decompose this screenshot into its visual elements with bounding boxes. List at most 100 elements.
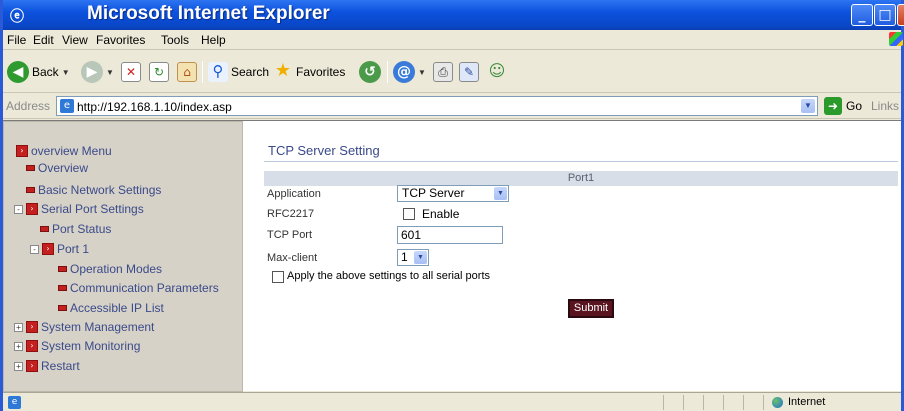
- page-content: › overview Menu Overview Basic Network S…: [3, 120, 901, 392]
- status-separator: [723, 395, 724, 410]
- nav-system-management[interactable]: + › System Management: [14, 320, 154, 334]
- refresh-button[interactable]: ↻: [149, 59, 169, 85]
- mail-button[interactable]: @ ▼: [393, 59, 426, 85]
- globe-icon: [772, 397, 783, 408]
- expand-icon: +: [14, 341, 23, 351]
- nav-label: overview Menu: [31, 144, 112, 158]
- menu-help[interactable]: Help: [201, 33, 226, 47]
- history-icon: ↺: [359, 61, 381, 83]
- refresh-icon: ↻: [149, 62, 169, 82]
- address-label: Address: [6, 99, 51, 113]
- expand-icon: +: [14, 361, 23, 371]
- toolbar-separator: [202, 61, 203, 83]
- printer-icon: ⎙: [433, 62, 453, 82]
- forward-arrow-icon: ▶: [81, 61, 103, 83]
- menu-file[interactable]: File: [7, 33, 26, 47]
- collapse-icon: -: [14, 204, 23, 214]
- apply-all-ports-checkbox[interactable]: [272, 271, 284, 283]
- status-separator: [703, 395, 704, 410]
- tcp-port-label: TCP Port: [267, 229, 313, 241]
- maximize-button[interactable]: □: [874, 4, 896, 26]
- title-divider: [264, 161, 898, 162]
- address-dropdown-button[interactable]: ▼: [801, 99, 815, 113]
- chevron-down-icon: ▼: [106, 67, 114, 77]
- stop-button[interactable]: ✕: [121, 59, 141, 85]
- nav-label: Accessible IP List: [70, 301, 164, 315]
- nav-communication-parameters[interactable]: Communication Parameters: [58, 281, 219, 295]
- application-value: TCP Server: [402, 186, 465, 200]
- go-arrow-icon: ➜: [824, 97, 842, 115]
- go-button[interactable]: ➜ Go: [824, 97, 862, 115]
- menu-favorites[interactable]: Favorites: [96, 33, 145, 47]
- application-select[interactable]: TCP Server ▼: [397, 185, 509, 202]
- star-icon: ★: [274, 60, 292, 81]
- back-button[interactable]: ◀ Back ▼: [7, 59, 70, 85]
- windows-flag-icon: [889, 32, 903, 46]
- chevron-down-icon: ▼: [414, 251, 427, 264]
- security-zone-label: Internet: [788, 396, 826, 408]
- menu-tools[interactable]: Tools: [161, 33, 189, 47]
- nav-overview[interactable]: Overview: [26, 161, 88, 175]
- submit-button[interactable]: Submit: [568, 299, 614, 318]
- close-button[interactable]: [897, 4, 904, 26]
- nav-serial-port-settings[interactable]: - › Serial Port Settings: [14, 202, 144, 216]
- nav-label: Port Status: [52, 222, 112, 236]
- nav-label: Basic Network Settings: [38, 183, 162, 197]
- folder-icon: ›: [42, 243, 54, 255]
- rfc2217-enable-checkbox[interactable]: [403, 208, 415, 220]
- nav-label: Overview: [38, 161, 89, 175]
- minimize-button[interactable]: _: [851, 4, 873, 26]
- menu-bar: File Edit View Favorites Tools Help: [3, 30, 903, 50]
- rfc2217-enable-label: Enable: [422, 207, 460, 221]
- folder-icon: ›: [26, 340, 38, 352]
- status-separator: [663, 395, 664, 410]
- status-separator: [763, 395, 764, 410]
- links-button[interactable]: Links: [871, 99, 899, 113]
- messenger-button[interactable]: ☺: [487, 59, 507, 85]
- nav-basic-network-settings[interactable]: Basic Network Settings: [26, 183, 161, 197]
- menu-edit[interactable]: Edit: [33, 33, 54, 47]
- go-label: Go: [846, 99, 863, 113]
- home-button[interactable]: ⌂: [177, 59, 197, 85]
- application-label: Application: [267, 188, 321, 200]
- browser-window: ⓔ Microsoft Internet Explorer _ □ File E…: [0, 0, 904, 411]
- forward-button[interactable]: ▶ ▼: [81, 59, 114, 85]
- max-client-value: 1: [401, 250, 408, 264]
- nav-system-monitoring[interactable]: + › System Monitoring: [14, 339, 140, 353]
- page-title: TCP Server Setting: [268, 143, 380, 158]
- nav-port-status[interactable]: Port Status: [40, 222, 111, 236]
- tcp-port-input[interactable]: 601: [397, 226, 503, 244]
- folder-icon: ›: [26, 203, 38, 215]
- edit-button[interactable]: ✎: [459, 59, 479, 85]
- apply-all-ports-label: Apply the above settings to all serial p…: [287, 270, 491, 282]
- nav-label: Port 1: [57, 242, 90, 256]
- mail-icon: @: [393, 61, 415, 83]
- status-separator: [743, 395, 744, 410]
- nav-label: System Monitoring: [41, 339, 141, 353]
- search-icon: ⚲: [208, 62, 228, 82]
- favorites-button[interactable]: ★ Favorites: [273, 59, 345, 85]
- search-button[interactable]: ⚲ Search: [208, 59, 269, 85]
- address-url: http://192.168.1.10/index.asp: [77, 100, 232, 114]
- menu-view[interactable]: View: [62, 33, 88, 47]
- expand-icon: +: [14, 322, 23, 332]
- history-button[interactable]: ↺: [359, 59, 381, 85]
- folder-icon: ›: [26, 321, 38, 333]
- page-status-icon: e: [8, 396, 21, 409]
- home-icon: ⌂: [177, 62, 197, 82]
- nav-overview-menu[interactable]: › overview Menu: [16, 144, 112, 158]
- page-bullet-icon: [26, 187, 35, 193]
- nav-restart[interactable]: + › Restart: [14, 359, 80, 373]
- nav-accessible-ip-list[interactable]: Accessible IP List: [58, 301, 164, 315]
- chevron-down-icon: ▼: [494, 187, 507, 200]
- folder-icon: ›: [26, 360, 38, 372]
- address-input[interactable]: e http://192.168.1.10/index.asp ▼: [56, 96, 818, 116]
- print-button[interactable]: ⎙: [433, 59, 453, 85]
- nav-operation-modes[interactable]: Operation Modes: [58, 262, 162, 276]
- ie-app-icon: ⓔ: [10, 9, 24, 25]
- stop-icon: ✕: [121, 62, 141, 82]
- chevron-down-icon: ▼: [418, 67, 426, 77]
- max-client-select[interactable]: 1 ▼: [397, 249, 429, 266]
- page-bullet-icon: [58, 266, 67, 272]
- nav-port-1[interactable]: - › Port 1: [30, 242, 89, 256]
